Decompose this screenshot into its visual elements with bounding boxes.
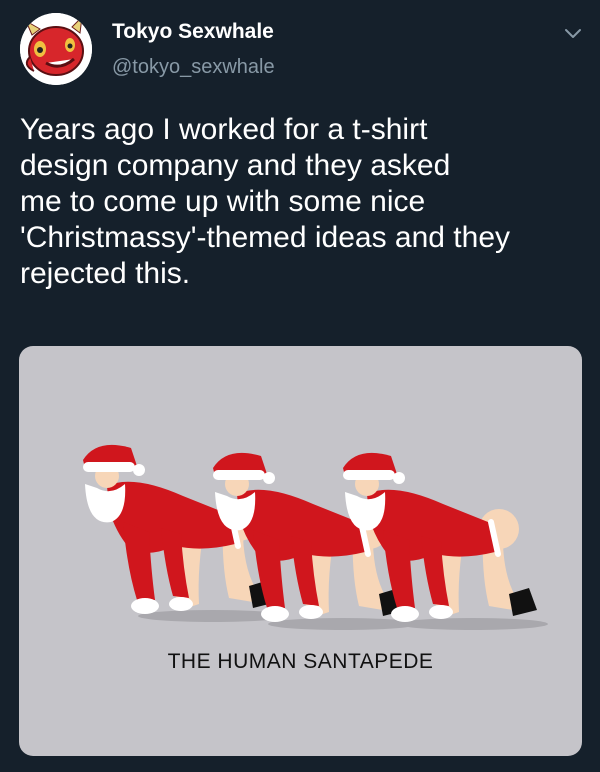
avatar[interactable] — [20, 13, 92, 85]
red-devil-face-icon — [20, 13, 92, 85]
tweet-menu-button[interactable] — [562, 22, 584, 44]
tweet-media-image[interactable]: THE HUMAN SANTAPEDE — [19, 346, 582, 756]
image-caption: THE HUMAN SANTAPEDE — [167, 650, 434, 673]
chevron-down-icon — [565, 29, 581, 38]
santapede-illustration — [19, 346, 582, 756]
tweet-text: Years ago I worked for a t-shirt design … — [20, 113, 511, 290]
user-handle[interactable]: @tokyo_sexwhale — [112, 56, 275, 79]
display-name[interactable]: Tokyo Sexwhale — [112, 20, 274, 44]
